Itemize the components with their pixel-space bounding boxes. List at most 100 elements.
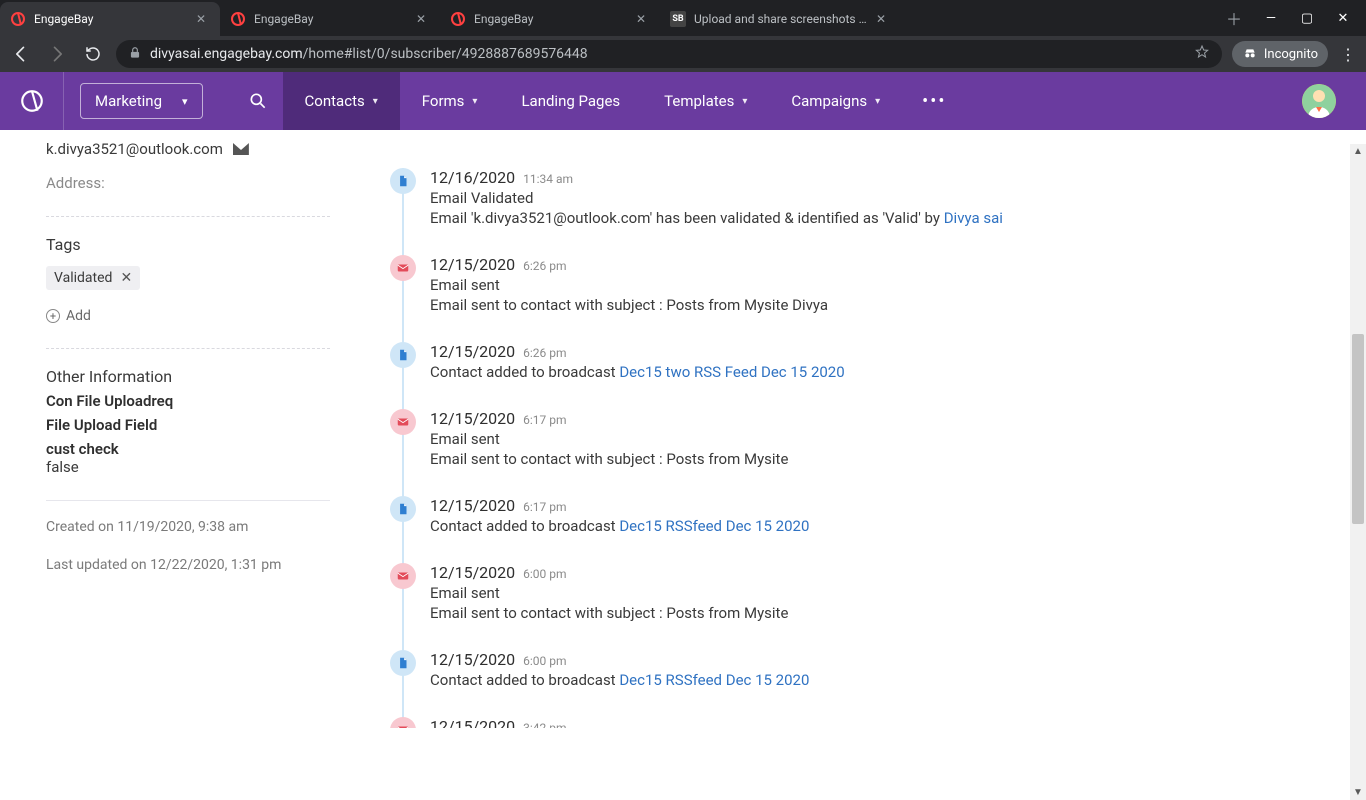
nav-item-contacts[interactable]: Contacts ▾	[283, 72, 400, 130]
timeline-event: 12/16/2020 11:34 amEmail ValidatedEmail …	[390, 168, 1336, 227]
event-body: Contact added to broadcast Dec15 two RSS…	[430, 363, 1336, 381]
app-logo[interactable]	[0, 72, 64, 130]
tag-remove-button[interactable]: ✕	[120, 270, 132, 286]
nav-label: Contacts	[305, 92, 365, 110]
document-icon	[390, 342, 416, 368]
incognito-label: Incognito	[1264, 47, 1318, 62]
document-icon	[390, 496, 416, 522]
window-close-button[interactable]: ✕	[1334, 11, 1352, 26]
window-controls: ― ▢ ✕	[1248, 11, 1366, 26]
nav-item-forms[interactable]: Forms ▾	[400, 72, 500, 130]
updated-on: Last updated on 12/22/2020, 1:31 pm	[46, 557, 330, 573]
nav-item-templates[interactable]: Templates▾	[642, 72, 769, 130]
tag-chip: Validated ✕	[46, 266, 140, 290]
other-info-title: Other Information	[46, 367, 330, 386]
user-avatar[interactable]	[1302, 84, 1336, 118]
tab-close-button[interactable]: ✕	[636, 12, 650, 26]
scroll-thumb[interactable]	[1352, 334, 1364, 524]
info-key: Con File Uploadreq	[46, 392, 330, 410]
tab-title: EngageBay	[34, 12, 190, 26]
event-title: Email sent	[430, 430, 1336, 448]
browser-tab[interactable]: EngageBay ✕	[440, 2, 660, 36]
event-date: 12/16/2020	[430, 168, 515, 187]
nav-item-campaigns[interactable]: Campaigns▾	[769, 72, 902, 130]
timeline-event: 12/15/2020 6:17 pmEmail sentEmail sent t…	[390, 409, 1336, 468]
module-label: Marketing	[95, 92, 162, 110]
document-icon	[390, 168, 416, 194]
nav-back-button[interactable]	[8, 41, 34, 67]
module-switcher[interactable]: Marketing ▾	[80, 83, 203, 119]
tab-close-button[interactable]: ✕	[416, 12, 430, 26]
nav-label: Forms	[422, 92, 465, 110]
chevron-down-icon: ▾	[875, 96, 880, 107]
event-date: 12/15/2020	[430, 563, 515, 582]
browser-tab[interactable]: SB Upload and share screenshots an ✕	[660, 2, 900, 36]
browser-menu-button[interactable]: ⋮	[1338, 45, 1358, 64]
scroll-down-arrow[interactable]: ▼	[1350, 787, 1366, 798]
tab-title: Upload and share screenshots an	[694, 12, 870, 26]
add-tag-label: Add	[66, 308, 91, 324]
page-scrollbar[interactable]: ▲ ▼	[1350, 144, 1366, 800]
browser-tab[interactable]: EngageBay ✕	[220, 2, 440, 36]
bookmark-star-icon[interactable]	[1194, 44, 1210, 64]
nav-item-landing-pages[interactable]: Landing Pages	[499, 72, 642, 130]
event-date: 12/15/2020	[430, 496, 515, 515]
tab-favicon-icon	[10, 11, 26, 27]
tab-favicon-icon: SB	[670, 11, 686, 27]
envelope-icon	[390, 563, 416, 589]
browser-addressbar: divyasai.engagebay.com/home#list/0/subsc…	[0, 36, 1366, 72]
timeline-event: 12/15/2020 6:26 pm Contact added to broad…	[390, 342, 1336, 381]
event-link[interactable]: Dec15 RSSfeed Dec 15 2020	[619, 517, 809, 535]
plus-icon: +	[46, 309, 60, 323]
search-button[interactable]	[233, 91, 283, 111]
tab-favicon-icon	[230, 11, 246, 27]
tab-title: EngageBay	[254, 12, 410, 26]
event-link[interactable]: Dec15 RSSfeed Dec 15 2020	[619, 671, 809, 689]
content: k.divya3521@outlook.com Address: Tags Va…	[0, 130, 1366, 728]
add-tag-button[interactable]: + Add	[46, 308, 330, 324]
event-title: Email sent	[430, 584, 1336, 602]
contact-email: k.divya3521@outlook.com	[46, 140, 223, 158]
event-time: 6:26 pm	[523, 346, 566, 360]
envelope-icon[interactable]	[233, 143, 249, 155]
window-minimize-button[interactable]: ―	[1262, 11, 1280, 26]
timeline-event: 12/15/2020 6:00 pmEmail sentEmail sent t…	[390, 563, 1336, 622]
event-date: 12/15/2020	[430, 255, 515, 274]
event-time: 6:00 pm	[523, 654, 566, 668]
envelope-icon	[390, 255, 416, 281]
tag-label: Validated	[54, 270, 112, 286]
tags-title: Tags	[46, 235, 330, 254]
incognito-indicator[interactable]: Incognito	[1232, 41, 1328, 67]
browser-tab[interactable]: EngageBay ✕	[0, 2, 220, 36]
event-date: 12/15/2020	[430, 717, 515, 728]
event-link[interactable]: Dec15 two RSS Feed Dec 15 2020	[619, 363, 844, 381]
app-header: Marketing ▾ Contacts ▾ Forms ▾ Landing Pages…	[0, 72, 1366, 130]
tab-title: EngageBay	[474, 12, 630, 26]
event-time: 6:17 pm	[523, 413, 566, 427]
event-date: 12/15/2020	[430, 650, 515, 669]
tab-close-button[interactable]: ✕	[876, 12, 890, 26]
event-link[interactable]: Divya sai	[944, 209, 1003, 227]
scroll-up-arrow[interactable]: ▲	[1350, 146, 1366, 157]
document-icon	[390, 650, 416, 676]
new-tab-button[interactable]: ＋	[1220, 4, 1248, 32]
window-maximize-button[interactable]: ▢	[1298, 11, 1316, 26]
nav-more-button[interactable]: •••	[902, 72, 966, 130]
chevron-down-icon: ▾	[472, 96, 477, 107]
event-date: 12/15/2020	[430, 342, 515, 361]
top-nav: Contacts▾Forms▾Landing PagesTemplates▾Ca…	[283, 72, 967, 130]
timeline-event: 12/15/2020 6:00 pmContact added to broad…	[390, 650, 1336, 689]
chevron-down-icon: ▾	[373, 96, 378, 107]
nav-label: Templates	[664, 92, 734, 110]
info-key: cust check	[46, 440, 330, 458]
nav-forward-button[interactable]	[44, 41, 70, 67]
timeline-event: 12/15/2020 3:42 pm	[390, 717, 1336, 728]
nav-reload-button[interactable]	[80, 41, 106, 67]
tab-close-button[interactable]: ✕	[196, 12, 210, 26]
event-time: 3:42 pm	[523, 721, 566, 728]
timeline: 12/16/2020 11:34 amEmail ValidatedEmail …	[390, 168, 1336, 728]
left-panel: k.divya3521@outlook.com Address: Tags Va…	[0, 130, 350, 728]
omnibox[interactable]: divyasai.engagebay.com/home#list/0/subsc…	[116, 40, 1222, 68]
browser-titlebar: EngageBay ✕ EngageBay ✕ EngageBay ✕ SB Upload a…	[0, 0, 1366, 36]
event-time: 6:17 pm	[523, 500, 566, 514]
